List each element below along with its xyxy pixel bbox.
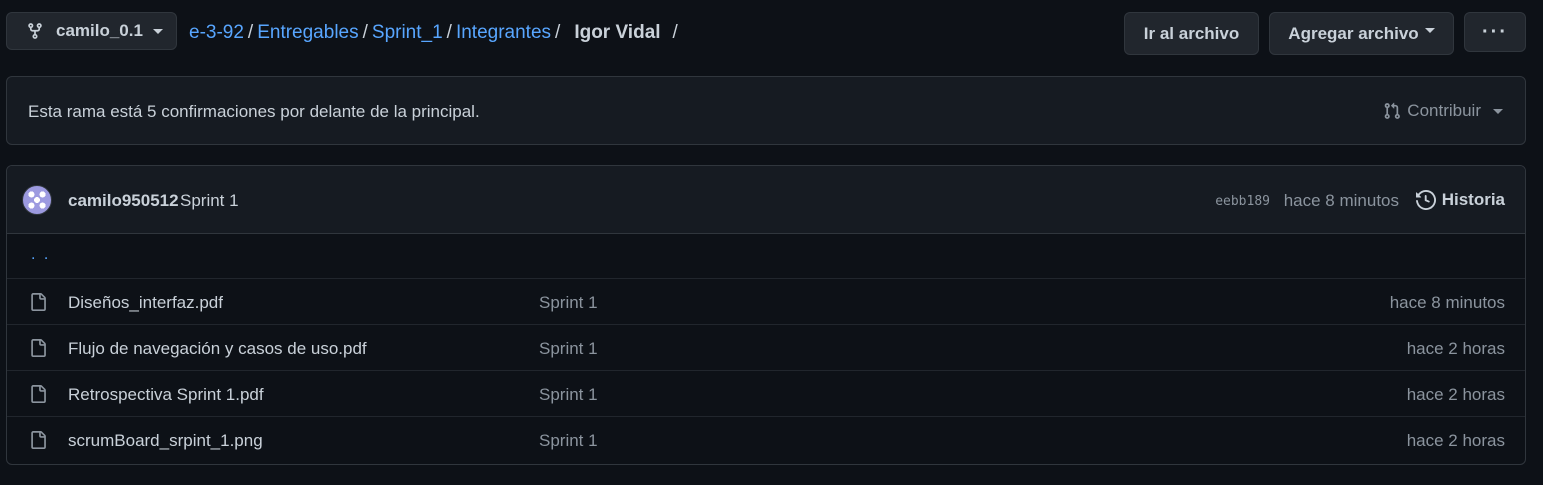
breadcrumb-sprint[interactable]: Sprint_1 xyxy=(372,22,443,43)
file-icon xyxy=(31,431,46,449)
parent-directory-link[interactable]: . . xyxy=(31,246,50,264)
file-commit-time: hace 2 horas xyxy=(1406,385,1505,404)
more-options-button[interactable]: ··· xyxy=(1464,12,1526,52)
table-row[interactable]: Flujo de navegación y casos de uso.pdf S… xyxy=(7,325,1525,371)
file-name[interactable]: Flujo de navegación y casos de uso.pdf xyxy=(68,339,367,359)
table-row[interactable]: Retrospectiva Sprint 1.pdf Sprint 1 hace… xyxy=(7,371,1525,417)
history-button[interactable]: Historia xyxy=(1415,190,1505,210)
breadcrumb-current: Igor Vidal xyxy=(574,22,661,43)
chevron-down-icon xyxy=(1424,28,1435,33)
breadcrumb-repo[interactable]: e-3-92 xyxy=(189,22,244,43)
branch-selector-button[interactable]: camilo_0.1 xyxy=(6,12,177,50)
latest-commit-bar: camilo950512 Sprint 1 eebb189 hace 8 min… xyxy=(7,166,1525,234)
breadcrumb-entregables[interactable]: Entregables xyxy=(257,22,358,43)
file-icon xyxy=(31,293,46,311)
git-branch-icon xyxy=(26,22,44,40)
file-list: camilo950512 Sprint 1 eebb189 hace 8 min… xyxy=(6,165,1526,465)
file-commit-time: hace 2 horas xyxy=(1406,431,1505,450)
file-icon xyxy=(31,339,46,357)
table-row[interactable]: Diseños_interfaz.pdf Sprint 1 hace 8 min… xyxy=(7,279,1525,325)
avatar[interactable] xyxy=(22,185,52,215)
file-icon xyxy=(31,385,46,403)
file-name[interactable]: Retrospectiva Sprint 1.pdf xyxy=(68,385,264,405)
commit-author[interactable]: camilo950512 xyxy=(68,191,179,211)
ahead-message: Esta rama está 5 confirmaciones por dela… xyxy=(28,102,480,121)
file-commit-message[interactable]: Sprint 1 xyxy=(539,339,598,359)
file-name[interactable]: Diseños_interfaz.pdf xyxy=(68,293,223,313)
file-commit-message[interactable]: Sprint 1 xyxy=(539,385,598,405)
file-commit-time: hace 2 horas xyxy=(1406,339,1505,358)
contribute-button[interactable]: Contribuir xyxy=(1383,101,1503,121)
add-file-button[interactable]: Agregar archivo xyxy=(1269,12,1454,55)
repo-toolbar: camilo_0.1 e-3-92/Entregables / Sprint_1/I… xyxy=(6,12,1526,55)
branch-ahead-banner: Esta rama está 5 confirmaciones por dela… xyxy=(6,76,1526,145)
breadcrumb-integrantes[interactable]: Integrantes xyxy=(456,22,551,43)
chevron-down-icon xyxy=(152,28,163,34)
branch-name: camilo_0.1 xyxy=(56,21,143,40)
table-row[interactable]: scrumBoard_srpint_1.png Sprint 1 hace 2 … xyxy=(7,417,1525,463)
commit-message[interactable]: Sprint 1 xyxy=(180,191,239,211)
history-icon xyxy=(1415,190,1436,210)
file-commit-time: hace 8 minutos xyxy=(1389,293,1505,312)
commit-sha[interactable]: eebb189 xyxy=(1215,194,1270,209)
parent-directory-row[interactable]: . . xyxy=(7,234,1525,279)
file-commit-message[interactable]: Sprint 1 xyxy=(539,293,598,313)
breadcrumb: e-3-92/Entregables / Sprint_1/Integrantes /… xyxy=(189,22,678,43)
go-to-file-button[interactable]: Ir al archivo xyxy=(1124,12,1259,55)
pull-request-icon xyxy=(1384,102,1401,119)
file-name[interactable]: scrumBoard_srpint_1.png xyxy=(68,431,263,451)
file-commit-message[interactable]: Sprint 1 xyxy=(539,431,598,451)
commit-time: hace 8 minutos xyxy=(1283,191,1399,210)
chevron-down-icon xyxy=(1493,108,1503,114)
